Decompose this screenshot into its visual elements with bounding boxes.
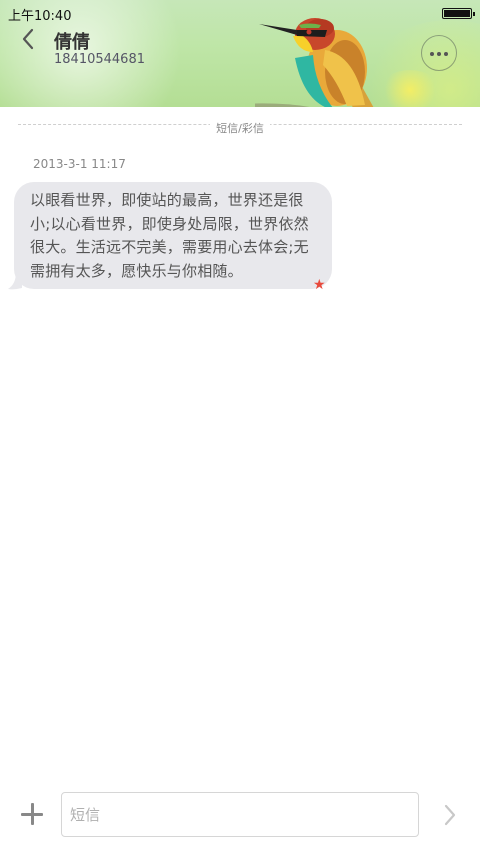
contact-phone-number: 18410544681 bbox=[54, 52, 145, 67]
conversation-header: 上午10:40 倩倩 18410544681 bbox=[0, 0, 480, 107]
contact-name: 倩倩 bbox=[54, 32, 90, 53]
message-type-divider: 短信/彩信 bbox=[0, 117, 480, 136]
add-attachment-button[interactable] bbox=[21, 803, 43, 825]
background-blur bbox=[380, 70, 440, 107]
message-line: 很大。生活远不完美，需要用心去体会;无 bbox=[30, 238, 309, 256]
send-button[interactable] bbox=[440, 803, 460, 827]
status-bar: 上午10:40 bbox=[0, 0, 480, 26]
received-message-bubble[interactable]: 以眼看世界，即使站的最高，世界还是很 小;以心看世界，即使身处局限，世界依然 很… bbox=[14, 182, 332, 289]
back-button[interactable] bbox=[18, 26, 42, 52]
message-line: 以眼看世界，即使站的最高，世界还是很 bbox=[30, 191, 304, 209]
back-chevron-icon bbox=[22, 28, 34, 50]
add-icon-stroke bbox=[30, 803, 34, 825]
more-options-button[interactable] bbox=[421, 35, 457, 71]
message-type-label: 短信/彩信 bbox=[210, 122, 270, 135]
send-icon bbox=[444, 804, 456, 826]
message-line: 小;以心看世界，即使身处局限，世界依然 bbox=[30, 214, 309, 233]
message-line: 需拥有太多，愿快乐与你相随。 bbox=[30, 261, 243, 280]
status-time: 上午10:40 bbox=[8, 9, 72, 24]
more-options-icon bbox=[430, 52, 434, 56]
battery-icon bbox=[442, 8, 475, 19]
more-options-icon-dot bbox=[444, 52, 448, 56]
more-options-icon-dot bbox=[437, 52, 441, 56]
star-icon: ★ bbox=[313, 277, 326, 293]
message-input[interactable] bbox=[61, 792, 419, 837]
sms-conversation-screen: 上午10:40 倩倩 18410544681 短信/彩信 2013-3-1 11… bbox=[0, 0, 480, 853]
message-timestamp: 2013-3-1 11:17 bbox=[33, 157, 126, 171]
